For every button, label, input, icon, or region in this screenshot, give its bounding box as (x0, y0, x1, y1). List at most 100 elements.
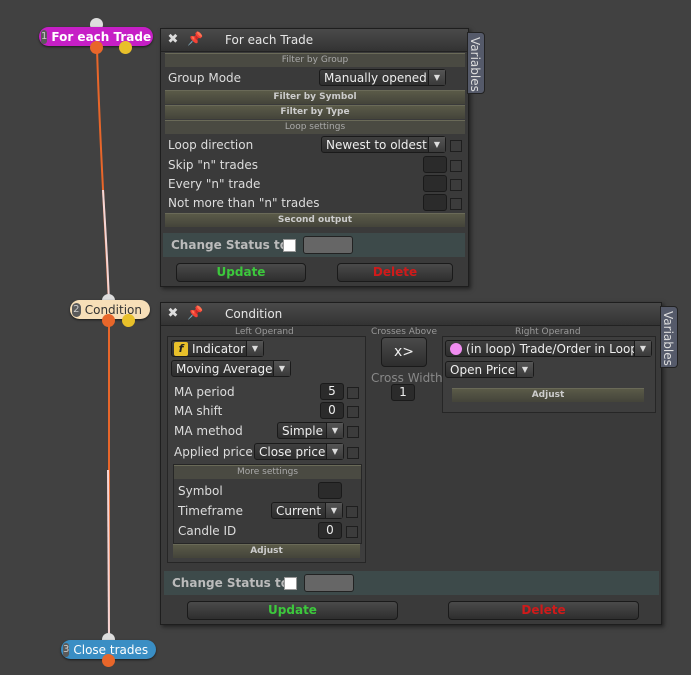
symbol-label: Symbol (178, 484, 223, 498)
ma-period-label: MA period (174, 385, 235, 399)
chevron-down-icon: ▼ (634, 341, 651, 356)
applied-price-checkbox[interactable] (347, 447, 359, 459)
timeframe-checkbox[interactable] (346, 506, 358, 518)
every-n-label: Every "n" trade (168, 177, 261, 191)
right-operand-value: (in loop) Trade/Order in Loop (466, 342, 638, 356)
pin-icon[interactable]: 📌 (187, 306, 203, 322)
update-button[interactable]: Update (176, 263, 306, 282)
section-filter-by-group[interactable]: Filter by Group (165, 53, 465, 67)
close-icon[interactable]: ✖ (165, 306, 181, 322)
node-3-output-port[interactable] (102, 654, 115, 667)
skip-n-label: Skip "n" trades (168, 158, 259, 172)
node-1-output-port-secondary[interactable] (119, 41, 132, 54)
condition-panel: ✖ 📌 Condition Left Operand Crosses Above… (160, 302, 662, 625)
adjust-right-button[interactable]: Adjust (452, 388, 644, 402)
indicator-value: Moving Average (176, 362, 273, 376)
candle-id-input[interactable]: 0 (318, 522, 342, 539)
variables-tab[interactable]: Variables (660, 306, 678, 368)
loop-direction-select[interactable]: Newest to oldest ▼ (321, 136, 446, 153)
open-price-select[interactable]: Open Price ▼ (445, 361, 534, 378)
chevron-down-icon: ▼ (326, 423, 343, 438)
chevron-down-icon: ▼ (246, 341, 263, 356)
left-operand-box: f Indicator ▼ Moving Average ▼ MA period… (167, 336, 366, 563)
section-filter-by-symbol[interactable]: Filter by Symbol (165, 90, 465, 104)
skip-n-input[interactable] (423, 156, 447, 173)
open-price-value: Open Price (450, 363, 516, 377)
change-status-row: Change Status to (163, 233, 465, 257)
delete-button[interactable]: Delete (448, 601, 639, 620)
pin-icon[interactable]: 📌 (187, 32, 203, 48)
ma-shift-label: MA shift (174, 404, 223, 418)
section-second-output[interactable]: Second output (165, 213, 465, 227)
section-filter-by-type[interactable]: Filter by Type (165, 105, 465, 119)
every-n-input[interactable] (423, 175, 447, 192)
update-button[interactable]: Update (187, 601, 398, 620)
node-1-output-port-primary[interactable] (90, 41, 103, 54)
right-operand-box: (in loop) Trade/Order in Loop ▼ Open Pri… (442, 336, 656, 413)
change-status-checkbox[interactable] (284, 577, 297, 590)
change-status-color-swatch[interactable] (304, 574, 354, 592)
loop-direction-value: Newest to oldest (326, 138, 427, 152)
adjust-left-button[interactable]: Adjust (173, 544, 360, 558)
node-number: 2 (72, 302, 81, 317)
applied-price-select[interactable]: Close price ▼ (254, 443, 344, 460)
panel-titlebar[interactable]: ✖ 📌 Condition (161, 303, 661, 326)
node-2-output-port-primary[interactable] (102, 314, 115, 327)
loop-direction-label: Loop direction (168, 138, 254, 152)
node-label: Close trades (73, 642, 149, 657)
panel-titlebar[interactable]: ✖ 📌 For each Trade (161, 29, 468, 52)
chevron-down-icon: ▼ (516, 362, 533, 377)
timeframe-select[interactable]: Current ▼ (271, 502, 343, 519)
ma-shift-checkbox[interactable] (347, 406, 359, 418)
ma-period-input[interactable]: 5 (320, 383, 344, 400)
chevron-down-icon: ▼ (273, 361, 290, 376)
applied-price-value: Close price (259, 445, 326, 459)
ma-shift-input[interactable]: 0 (320, 402, 344, 419)
not-more-than-n-input[interactable] (423, 194, 447, 211)
pink-circle-icon (450, 343, 462, 355)
panel-title: Condition (225, 307, 283, 321)
chevron-down-icon: ▼ (325, 503, 342, 518)
for-each-trade-panel: ✖ 📌 For each Trade Filter by Group Group… (160, 28, 469, 287)
timeframe-value: Current (276, 504, 322, 518)
chevron-down-icon: ▼ (428, 70, 445, 85)
node-label: Condition (84, 302, 142, 317)
operand-type-select[interactable]: f Indicator ▼ (171, 340, 264, 357)
chevron-down-icon: ▼ (326, 444, 343, 459)
loop-direction-checkbox[interactable] (450, 140, 462, 152)
node-number: 1 (41, 29, 48, 44)
every-n-checkbox[interactable] (450, 179, 462, 191)
symbol-input[interactable] (318, 482, 342, 499)
cross-width-input[interactable]: 1 (391, 384, 415, 401)
section-loop-settings[interactable]: Loop settings (165, 120, 465, 134)
candle-id-checkbox[interactable] (346, 526, 358, 538)
variables-tab-label: Variables (661, 311, 675, 366)
ma-method-select[interactable]: Simple ▼ (277, 422, 344, 439)
close-icon[interactable]: ✖ (165, 32, 181, 48)
node-2-output-port-secondary[interactable] (122, 314, 135, 327)
applied-price-label: Applied price (174, 445, 253, 459)
group-mode-select[interactable]: Manually opened ▼ (319, 69, 446, 86)
variables-tab-label: Variables (468, 37, 482, 92)
not-more-than-n-checkbox[interactable] (450, 198, 462, 210)
change-status-color-swatch[interactable] (303, 236, 353, 254)
ma-method-checkbox[interactable] (347, 426, 359, 438)
operator-button[interactable]: x> (381, 337, 427, 367)
section-more-settings[interactable]: More settings (174, 465, 361, 479)
panel-title: For each Trade (225, 33, 314, 47)
change-status-checkbox[interactable] (283, 239, 296, 252)
ma-method-label: MA method (174, 424, 243, 438)
node-number: 3 (63, 642, 70, 657)
delete-button[interactable]: Delete (337, 263, 453, 282)
ma-period-checkbox[interactable] (347, 387, 359, 399)
variables-tab[interactable]: Variables (467, 32, 485, 94)
change-status-label: Change Status to (172, 576, 289, 590)
group-mode-value: Manually opened (324, 71, 427, 85)
more-settings-box: More settings Symbol Timeframe Current ▼… (173, 464, 362, 544)
change-status-row: Change Status to (164, 571, 659, 595)
right-operand-select[interactable]: (in loop) Trade/Order in Loop ▼ (445, 340, 652, 357)
indicator-select[interactable]: Moving Average ▼ (171, 360, 291, 377)
change-status-label: Change Status to (171, 238, 288, 252)
timeframe-label: Timeframe (178, 504, 243, 518)
skip-n-checkbox[interactable] (450, 160, 462, 172)
